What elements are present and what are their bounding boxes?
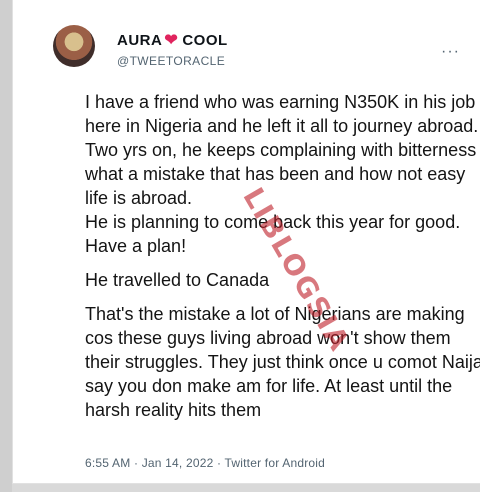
- heart-icon: ❤: [164, 32, 179, 49]
- avatar[interactable]: [53, 25, 95, 67]
- paragraph-6: That's the mistake a lot of Nigerians ar…: [85, 304, 480, 420]
- display-name-right: COOL: [182, 32, 228, 49]
- paragraph-1: I have a friend who was earning N350K in…: [85, 92, 479, 136]
- tweet-card: AURA ❤ COOL @TWEETORACLE ··· I have a fr…: [33, 12, 480, 482]
- handle[interactable]: @TWEETORACLE: [117, 54, 225, 68]
- background-strip: [0, 0, 12, 492]
- display-name-left: AURA: [117, 32, 163, 49]
- tweet-metadata[interactable]: 6:55 AM · Jan 14, 2022 · Twitter for And…: [85, 456, 325, 470]
- tweet-frame: AURA ❤ COOL @TWEETORACLE ··· I have a fr…: [12, 0, 480, 484]
- more-options-icon[interactable]: ···: [441, 43, 460, 61]
- paragraph-2: Two yrs on, he keeps complaining with bi…: [85, 140, 477, 208]
- display-name[interactable]: AURA ❤ COOL: [117, 32, 228, 49]
